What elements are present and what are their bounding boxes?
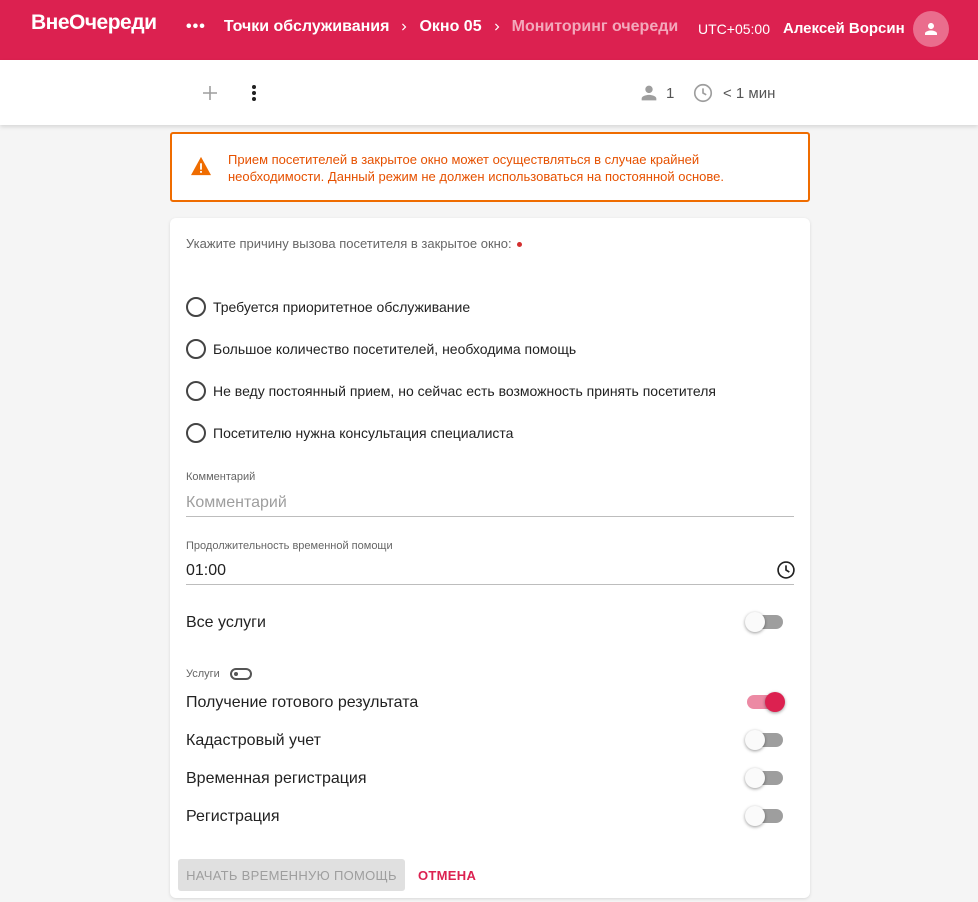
toolbar: 1 < 1 мин: [0, 60, 978, 125]
reason-option-label: Большое количество посетителей, необходи…: [213, 341, 577, 357]
toggle-knob: [745, 768, 765, 788]
service-toggle-cadastral[interactable]: [745, 730, 783, 750]
toggle-knob: [745, 806, 765, 826]
reason-option-label: Требуется приоритетное обслуживание: [213, 299, 471, 315]
comment-input[interactable]: [186, 489, 794, 517]
more-vert-icon[interactable]: [244, 81, 264, 105]
service-toggle-result[interactable]: [747, 692, 785, 712]
services-label: Услуги: [186, 668, 252, 680]
timezone-label: UTC+05:00: [698, 21, 770, 37]
breadcrumb-current: Мониторинг очереди: [511, 18, 679, 35]
breadcrumb-item-service-points[interactable]: Точки обслуживания: [224, 18, 390, 36]
services-label-text: Услуги: [186, 668, 220, 680]
comment-label: Комментарий: [186, 471, 256, 483]
reason-question: Укажите причину вызова посетителя в закр…: [186, 236, 522, 251]
reason-option-label: Не веду постоянный прием, но сейчас есть…: [213, 383, 716, 399]
plus-icon[interactable]: [198, 81, 222, 105]
wait-time: < 1 мин: [723, 85, 776, 102]
toggle-knob: [745, 612, 765, 632]
warning-icon: [190, 156, 212, 181]
duration-input[interactable]: [186, 557, 794, 585]
chevron-right-icon: [490, 20, 504, 34]
cancel-button[interactable]: ОТМЕНА: [410, 859, 484, 891]
service-toggle-registration[interactable]: [745, 806, 783, 826]
toggle-knob: [765, 692, 785, 712]
reason-option-many-visitors[interactable]: Большое количество посетителей, необходи…: [186, 339, 576, 359]
service-label: Кадастровый учет: [186, 732, 321, 749]
account-icon[interactable]: [913, 11, 949, 47]
clock-icon: [692, 82, 714, 109]
breadcrumb-item-window[interactable]: Окно 05: [419, 18, 481, 36]
toggle-icon: [229, 668, 252, 680]
reason-question-text: Укажите причину вызова посетителя в закр…: [186, 236, 512, 251]
brand-logo[interactable]: ВнеОчереди: [31, 11, 157, 35]
warning-text: Прием посетителей в закрытое окно может …: [228, 152, 724, 184]
service-label: Временная регистрация: [186, 770, 367, 787]
app-bar: ВнеОчереди ••• Точки обслуживания Окно 0…: [0, 0, 978, 60]
reason-option-not-regular[interactable]: Не веду постоянный прием, но сейчас есть…: [186, 381, 716, 401]
reason-option-priority[interactable]: Требуется приоритетное обслуживание: [186, 297, 470, 317]
more-horiz-icon[interactable]: •••: [186, 18, 206, 36]
start-help-button[interactable]: НАЧАТЬ ВРЕМЕННУЮ ПОМОЩЬ: [178, 859, 405, 891]
closed-window-form: Укажите причину вызова посетителя в закр…: [170, 218, 810, 898]
warning-banner: Прием посетителей в закрытое окно может …: [170, 132, 810, 202]
radio-button[interactable]: [186, 381, 206, 401]
all-services-label: Все услуги: [186, 614, 266, 631]
chevron-right-icon: [397, 20, 411, 34]
radio-button[interactable]: [186, 423, 206, 443]
user-name[interactable]: Алексей Ворсин: [783, 20, 905, 37]
radio-button[interactable]: [186, 339, 206, 359]
reason-option-consultation[interactable]: Посетителю нужна консультация специалист…: [186, 423, 513, 443]
service-toggle-temp-registration[interactable]: [745, 768, 783, 788]
required-indicator: [516, 242, 522, 248]
person-icon: [638, 82, 660, 109]
all-services-toggle[interactable]: [745, 612, 783, 632]
duration-label: Продолжительность временной помощи: [186, 540, 393, 552]
service-label: Регистрация: [186, 808, 280, 825]
radio-button[interactable]: [186, 297, 206, 317]
time-icon[interactable]: [776, 560, 796, 580]
toggle-knob: [745, 730, 765, 750]
breadcrumb: ••• Точки обслуживания Окно 05 Мониторин…: [186, 18, 678, 36]
service-label: Получение готового результата: [186, 694, 419, 711]
reason-option-label: Посетителю нужна консультация специалист…: [213, 425, 514, 441]
queue-count: 1: [666, 85, 675, 102]
